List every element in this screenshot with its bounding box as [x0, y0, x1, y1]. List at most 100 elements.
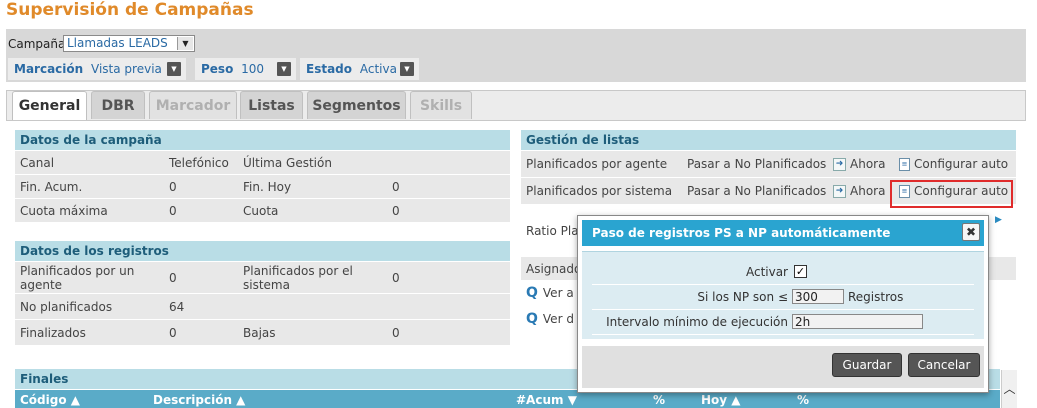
col-header-codigo[interactable]: Código ▲ [20, 393, 80, 407]
col-header-descripcion[interactable]: Descripción ▲ [153, 393, 245, 407]
check-icon: ✓ [795, 265, 806, 278]
cell: No planificados [20, 300, 113, 314]
ahora-link[interactable]: ➜ Ahora [833, 178, 885, 205]
table-row: Finalizados 0 Bajas 0 [15, 320, 510, 346]
ahora-link[interactable]: ➜ Ahora [833, 151, 885, 178]
marcacion-filter[interactable]: Marcación Vista previa ▼ [8, 58, 186, 80]
cell: Fin. Hoy [243, 180, 292, 194]
cell: Telefónico [169, 156, 229, 170]
datos-registros-panel: Datos de los registros Planificados por … [15, 241, 510, 346]
activar-checkbox[interactable]: ✓ [794, 265, 807, 278]
cell: 64 [169, 300, 185, 314]
row-action: Pasar a No Planificados [687, 184, 827, 198]
col-header-pct[interactable]: % [653, 393, 665, 407]
auto-config-dialog: Paso de registros PS a NP automáticament… [577, 215, 989, 393]
table-row: No planificados 64 [15, 294, 510, 320]
chevron-down-icon[interactable]: ▼ [277, 62, 291, 76]
cell: 0 [392, 326, 400, 340]
chevron-down-icon[interactable]: ▼ [400, 62, 414, 76]
cell: 0 [169, 180, 177, 194]
dialog-body: Activar ✓ Si los NP son ≤ Registros Inte… [582, 251, 984, 339]
tab-listas[interactable]: Listas [240, 91, 303, 119]
scroll-up-icon[interactable]: ︿ [1001, 370, 1017, 408]
intervalo-input[interactable] [792, 314, 923, 329]
activar-row: Activar ✓ [592, 260, 974, 285]
search-icon: Q [526, 285, 538, 301]
expand-arrow-icon[interactable]: ▶ [995, 215, 1002, 225]
cancel-button[interactable]: Cancelar [908, 353, 980, 377]
search-icon: Q [526, 311, 538, 327]
cell: 0 [169, 271, 177, 285]
campana-label: Campaña [8, 37, 66, 51]
col-header-hoy[interactable]: Hoy ▲ [701, 393, 741, 407]
col-header-pct-hoy[interactable]: % [797, 393, 809, 407]
cell: 0 [392, 204, 400, 218]
panel-title: Datos de la campaña [15, 130, 510, 150]
marcacion-label: Marcación [14, 62, 84, 76]
list-item: Planificados por agente Pasar a No Plani… [521, 151, 1016, 178]
cell: Canal [20, 156, 55, 170]
table-row: Canal Telefónico Última Gestión [15, 151, 510, 175]
campana-select[interactable]: Llamadas LEADS ▼ [63, 35, 195, 52]
tab-dbr[interactable]: DBR [91, 91, 145, 119]
peso-value: 100 [241, 62, 265, 76]
table-row: Fin. Acum. 0 Fin. Hoy 0 [15, 175, 510, 199]
panel-title: Datos de los registros [15, 241, 510, 261]
dialog-footer: Guardar Cancelar [582, 346, 984, 388]
dialog-title-text: Paso de registros PS a NP automáticament… [592, 226, 891, 240]
tab-general[interactable]: General [12, 91, 87, 121]
arrow-right-icon: ➜ [833, 158, 846, 171]
cell: 0 [169, 204, 177, 218]
arrow-right-icon: ➜ [833, 185, 846, 198]
np-label: Si los NP son ≤ [697, 290, 788, 304]
cell: Cuota máxima [20, 204, 108, 218]
row-label: Planificados por agente [526, 157, 668, 171]
configurar-auto-link[interactable]: ≡ Configurar auto [899, 151, 1008, 178]
cell: 0 [392, 271, 400, 285]
peso-label: Peso [201, 62, 234, 76]
tab-skills: Skills [410, 91, 472, 119]
chevron-down-icon[interactable]: ▼ [167, 62, 181, 76]
cell: Cuota [243, 204, 279, 218]
intervalo-row: Intervalo mínimo de ejecución [592, 310, 974, 335]
asignado-label: Asignado [526, 262, 582, 276]
close-icon[interactable]: ✖ [962, 223, 980, 241]
marcacion-value: Vista previa [91, 62, 162, 76]
ver-link[interactable]: Q Ver d [526, 307, 574, 331]
cell: Finalizados [20, 326, 86, 340]
estado-label: Estado [306, 62, 353, 76]
np-row: Si los NP son ≤ Registros [592, 285, 974, 310]
cell: 0 [169, 326, 177, 340]
document-icon: ≡ [899, 158, 910, 171]
ver-label: Ver a [542, 286, 574, 300]
np-input[interactable] [792, 289, 844, 304]
tab-marcador: Marcador [149, 91, 237, 119]
page-title: Supervisión de Campañas [6, 0, 254, 20]
row-label: Planificados por sistema [526, 184, 673, 198]
table-row: Planificados por un agente 0 Planificado… [15, 262, 510, 294]
tab-segmentos[interactable]: Segmentos [307, 91, 406, 119]
cell: 0 [392, 180, 400, 194]
cell: Fin. Acum. [20, 180, 83, 194]
save-button[interactable]: Guardar [832, 353, 902, 377]
cell: Última Gestión [243, 156, 332, 170]
datos-campana-panel: Datos de la campaña Canal Telefónico Últ… [15, 130, 510, 223]
configurar-auto-label: Configurar auto [914, 157, 1009, 171]
intervalo-label: Intervalo mínimo de ejecución [606, 315, 788, 329]
table-row: Cuota máxima 0 Cuota 0 [15, 199, 510, 223]
ver-label: Ver d [542, 312, 574, 326]
row-action: Pasar a No Planificados [687, 157, 827, 171]
ratio-label: Ratio Pla [526, 224, 579, 238]
dialog-title: Paso de registros PS a NP automáticament… [582, 220, 984, 246]
cell: Planificados por el sistema [243, 264, 353, 292]
estado-value: Activa [359, 62, 397, 76]
estado-filter[interactable]: Estado Activa ▼ [300, 58, 419, 80]
col-header-acum[interactable]: #Acum ▼ [516, 393, 577, 407]
filter-bar: Campaña Llamadas LEADS ▼ Marcación Vista… [6, 29, 1026, 82]
ver-link[interactable]: Q Ver a [526, 281, 574, 305]
peso-filter[interactable]: Peso 100 ▼ [195, 58, 296, 80]
activar-label: Activar [745, 265, 788, 279]
panel-title: Gestión de listas [521, 130, 1016, 150]
np-unit: Registros [848, 290, 904, 304]
chevron-down-icon: ▼ [177, 37, 193, 50]
